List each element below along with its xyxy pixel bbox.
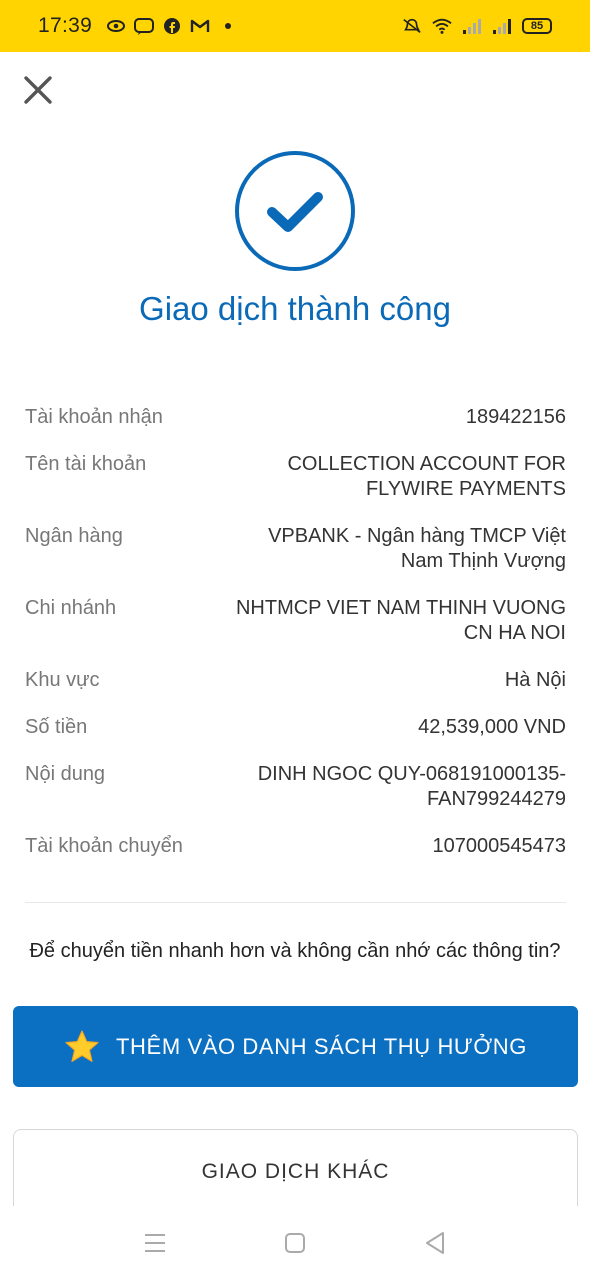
detail-row-region: Khu vực Hà Nội [25, 668, 566, 693]
close-icon [24, 76, 52, 104]
detail-value: COLLECTION ACCOUNT FOR FLYWIRE PAYMENTS [287, 453, 566, 500]
detail-value: DINH NGOC QUY-068191000135-FAN799244279 [257, 763, 566, 810]
detail-label: Tên tài khoản [25, 453, 147, 475]
detail-label: Nội dung [25, 763, 106, 785]
wifi-icon [432, 16, 452, 36]
battery-icon: 85 [522, 18, 552, 34]
success-title: Giao dịch thành công [139, 290, 451, 327]
detail-value: NHTMCP VIET NAM THINH VUONG CN HA NOI [235, 597, 566, 644]
detail-row-content: Nội dung DINH NGOC QUY-068191000135-FAN7… [25, 762, 566, 812]
mute-icon [402, 16, 422, 36]
detail-value: 189422156 [465, 406, 566, 428]
detail-value: 107000545473 [432, 835, 566, 857]
back-button[interactable] [420, 1228, 450, 1258]
facebook-icon [162, 16, 182, 36]
signal-icon [462, 16, 482, 36]
home-icon [285, 1233, 305, 1253]
menu-button[interactable] [140, 1228, 170, 1258]
star-icon [64, 1029, 100, 1065]
check-circle-icon [234, 150, 356, 272]
detail-label: Tài khoản nhận [25, 406, 163, 428]
detail-row-account-name: Tên tài khoản COLLECTION ACCOUNT FOR FLY… [25, 452, 566, 502]
add-beneficiary-button[interactable]: THÊM VÀO DANH SÁCH THỤ HƯỞNG [13, 1006, 578, 1087]
save-beneficiary-prompt: Để chuyển tiền nhanh hơn và không cần nh… [29, 940, 561, 962]
status-right: 85 [402, 16, 552, 36]
signal-icon-2 [492, 16, 512, 36]
detail-label: Khu vực [25, 669, 100, 691]
detail-row-branch: Chi nhánh NHTMCP VIET NAM THINH VUONG CN… [25, 596, 566, 646]
detail-value: 42,539,000 VND [418, 716, 566, 738]
close-button[interactable] [18, 70, 58, 110]
detail-row-source-account: Tài khoản chuyển 107000545473 [25, 834, 566, 859]
detail-label: Số tiền [25, 716, 88, 738]
other-transaction-label: GIAO DỊCH KHÁC [201, 1160, 390, 1183]
system-nav-bar [0, 1206, 590, 1280]
status-left: 17:39 [38, 14, 238, 38]
other-transaction-button[interactable]: GIAO DỊCH KHÁC [13, 1129, 578, 1214]
zalo-icon [134, 16, 155, 36]
back-icon [426, 1232, 444, 1254]
detail-row-bank: Ngân hàng VPBANK - Ngân hàng TMCP Việt N… [25, 524, 566, 574]
status-time: 17:39 [38, 14, 93, 37]
add-beneficiary-label: THÊM VÀO DANH SÁCH THỤ HƯỞNG [116, 1033, 527, 1059]
status-bar: 17:39 85 [0, 0, 590, 52]
detail-label: Ngân hàng [25, 525, 123, 547]
divider [25, 902, 566, 903]
menu-icon [145, 1234, 165, 1252]
detail-row-amount: Số tiền 42,539,000 VND [25, 715, 566, 740]
detail-value: Hà Nội [504, 669, 566, 691]
detail-label: Chi nhánh [25, 597, 117, 619]
detail-label: Tài khoản chuyển [25, 835, 183, 857]
gmail-icon [190, 16, 210, 36]
detail-value: VPBANK - Ngân hàng TMCP Việt Nam Thịnh V… [268, 525, 566, 572]
detail-row-receiving-account: Tài khoản nhận 189422156 [25, 405, 566, 430]
dot-icon [218, 16, 238, 36]
transaction-details: Tài khoản nhận 189422156 Tên tài khoản C… [25, 405, 566, 881]
eye-icon [106, 16, 126, 36]
home-button[interactable] [280, 1228, 310, 1258]
